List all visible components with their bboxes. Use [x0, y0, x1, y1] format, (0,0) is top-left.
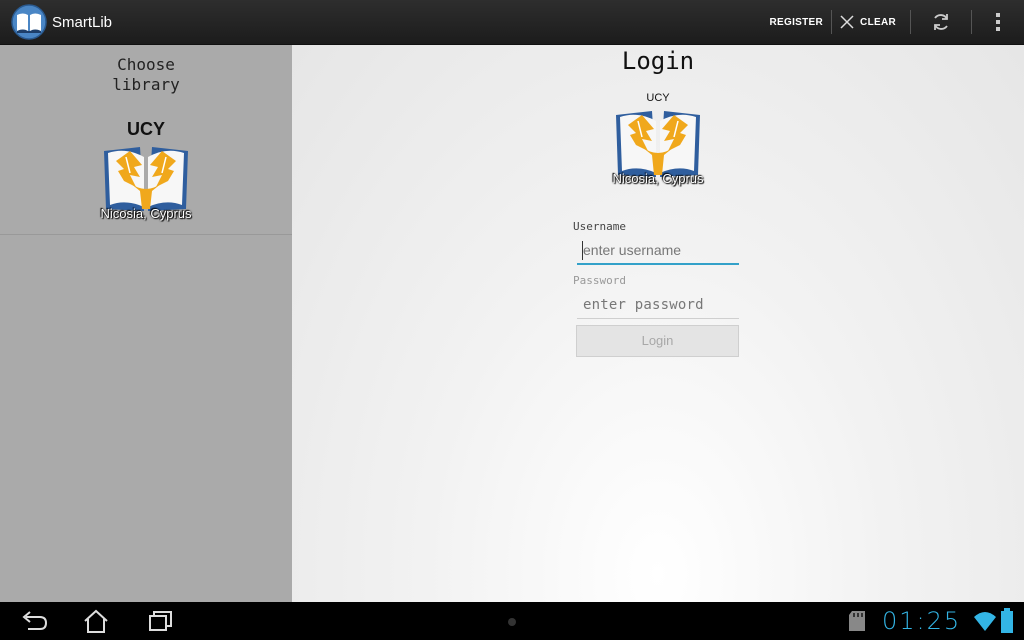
- clear-label: CLEAR: [860, 16, 896, 28]
- refresh-button[interactable]: [911, 0, 971, 45]
- university-logo-icon: [104, 147, 188, 211]
- sidebar-item-ucy[interactable]: UCY Nicosia, Cyprus: [0, 115, 292, 235]
- library-location: Nicosia, Cyprus: [100, 206, 192, 221]
- recent-apps-icon[interactable]: [144, 607, 176, 635]
- back-icon[interactable]: [18, 607, 50, 635]
- page-title: Login: [621, 47, 695, 75]
- home-icon[interactable]: [80, 607, 112, 635]
- sidebar-heading: Choose library: [0, 55, 292, 95]
- page-indicator-dot: [508, 618, 516, 626]
- book-icon[interactable]: [11, 4, 47, 40]
- system-nav-bar: 01:25: [0, 602, 1024, 640]
- login-button[interactable]: Login: [576, 325, 739, 357]
- selected-library-location: Nicosia, Cyprus: [612, 171, 704, 186]
- login-panel: Login UCY Nicosia, Cyprus Username Passw…: [292, 45, 1024, 602]
- register-button[interactable]: REGISTER: [762, 0, 832, 45]
- refresh-icon: [934, 14, 948, 30]
- username-input[interactable]: [577, 237, 739, 263]
- clear-button[interactable]: CLEAR: [832, 0, 904, 45]
- main-area: Choose library UCY Nicosia, Cyprus Login…: [0, 45, 1024, 602]
- overflow-menu-icon: [996, 13, 1000, 31]
- close-icon: [840, 15, 854, 29]
- overflow-menu-button[interactable]: [972, 0, 1024, 45]
- university-logo-icon: [616, 111, 700, 177]
- username-label: Username: [573, 220, 626, 233]
- username-field[interactable]: [577, 237, 739, 265]
- app-title: SmartLib: [52, 13, 113, 31]
- action-bar: SmartLib REGISTER CLEAR: [0, 0, 1024, 45]
- password-field[interactable]: [577, 291, 739, 319]
- status-clock: 01:25: [882, 607, 962, 635]
- battery-icon: [1001, 608, 1013, 633]
- selected-library-name: UCY: [646, 92, 670, 104]
- text-cursor: [582, 241, 583, 260]
- library-sidebar: Choose library UCY Nicosia, Cyprus: [0, 45, 292, 602]
- library-name: UCY: [126, 119, 165, 139]
- password-input[interactable]: [577, 291, 739, 318]
- password-label: Password: [573, 274, 626, 287]
- sd-card-icon: [849, 611, 865, 631]
- wifi-icon: [974, 612, 996, 631]
- sidebar-heading-text: Choose library: [112, 55, 180, 94]
